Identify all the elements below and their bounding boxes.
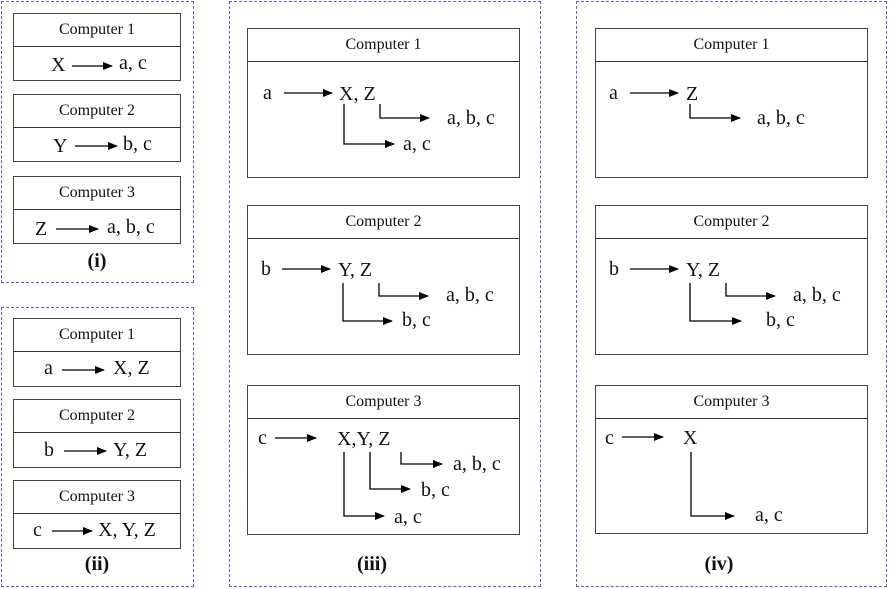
- target-keys: Y, Z: [686, 259, 721, 281]
- computer-title: Computer 3: [14, 481, 180, 514]
- input-key: b: [609, 258, 619, 280]
- branch-output: a, c: [394, 506, 422, 528]
- target-keys: X, Z: [339, 83, 376, 105]
- target-keys: Z: [686, 83, 699, 105]
- output-values: X, Z: [113, 357, 150, 379]
- input-key: a: [44, 357, 53, 379]
- computer-box-1: Computer 1: [247, 28, 520, 178]
- computer-title: Computer 3: [596, 386, 867, 419]
- branch-output: b, c: [421, 479, 450, 501]
- computer-title: Computer 2: [596, 206, 867, 239]
- input-key: Y: [53, 135, 68, 157]
- branch-output: a, c: [755, 504, 783, 526]
- input-key: c: [33, 519, 42, 541]
- computer-title: Computer 2: [14, 400, 180, 433]
- panel-label: (i): [87, 250, 107, 272]
- computer-box-2: Computer 2: [247, 205, 520, 355]
- computer-title: Computer 2: [14, 95, 180, 128]
- output-values: Y, Z: [113, 439, 148, 461]
- input-key: c: [605, 427, 614, 449]
- branch-output: a, b, c: [447, 107, 495, 129]
- output-values: a, b, c: [107, 216, 155, 238]
- panel-label: (ii): [84, 553, 110, 575]
- branch-output: a, c: [403, 133, 431, 155]
- input-key: a: [263, 82, 272, 104]
- computer-box-2: Computer 2: [595, 205, 868, 355]
- computer-title: Computer 3: [14, 177, 180, 210]
- branch-output: b, c: [766, 309, 795, 331]
- branch-output: a, b, c: [757, 107, 805, 129]
- branch-output: b, c: [402, 309, 431, 331]
- output-values: X, Y, Z: [98, 519, 156, 541]
- computer-box-2: Computer 2: [13, 399, 181, 468]
- computer-box-2: Computer 2: [13, 94, 181, 162]
- output-values: a, c: [119, 52, 147, 74]
- computer-box-3: Computer 3: [595, 385, 868, 534]
- input-key: b: [44, 439, 54, 461]
- target-keys: X,Y, Z: [337, 428, 391, 450]
- computer-title: Computer 1: [596, 29, 867, 62]
- branch-output: a, b, c: [793, 284, 841, 306]
- input-key: c: [258, 427, 267, 449]
- computer-title: Computer 3: [248, 386, 519, 419]
- target-keys: X: [683, 427, 698, 449]
- branch-output: a, b, c: [453, 453, 501, 475]
- input-key: X: [51, 54, 66, 76]
- panel-label: (iii): [357, 553, 387, 575]
- computer-title: Computer 1: [14, 14, 180, 47]
- computer-box-1: Computer 1: [13, 13, 181, 81]
- output-values: b, c: [123, 133, 152, 155]
- panel-label: (iv): [704, 553, 734, 575]
- computer-title: Computer 1: [248, 29, 519, 62]
- target-keys: Y, Z: [338, 259, 373, 281]
- input-key: b: [261, 258, 271, 280]
- input-key: Z: [35, 218, 48, 240]
- branch-output: a, b, c: [446, 284, 494, 306]
- computer-title: Computer 2: [248, 206, 519, 239]
- computer-box-1: Computer 1: [595, 28, 868, 178]
- input-key: a: [609, 82, 618, 104]
- computer-title: Computer 1: [14, 319, 180, 352]
- computer-box-1: Computer 1: [13, 318, 181, 387]
